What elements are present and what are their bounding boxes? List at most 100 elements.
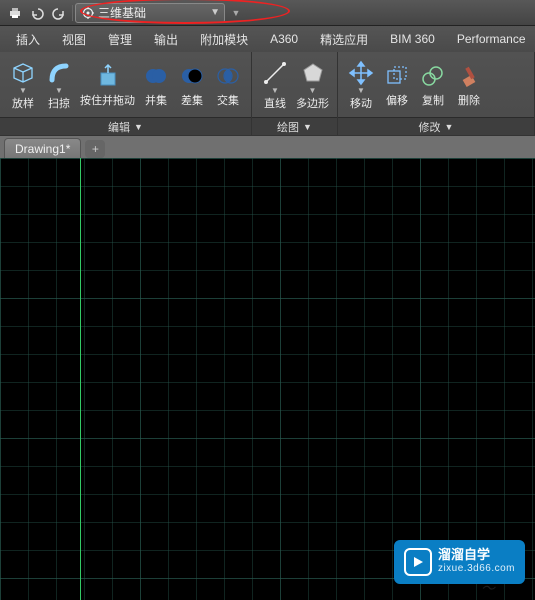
grid-line: [0, 158, 1, 600]
panel-title-modify[interactable]: 修改 ▼: [338, 117, 534, 135]
grid-line: [392, 158, 393, 600]
extrude-button[interactable]: ▼ 放样: [8, 59, 38, 111]
drawing-canvas[interactable]: 溜溜自学 zixue.3d66.com ～: [0, 158, 535, 600]
subtract-icon: [178, 62, 206, 90]
undo-icon[interactable]: [26, 3, 48, 23]
delete-label: 删除: [458, 92, 480, 108]
qat-more-icon[interactable]: ▼: [225, 3, 247, 23]
menu-output[interactable]: 输出: [144, 28, 188, 50]
sweep-icon: [45, 59, 73, 87]
grid-line: [252, 158, 253, 600]
ribbon: ▼ 放样 ▼ 扫掠 按住并拖动 并集 差集 交集: [0, 52, 535, 136]
grid-line: [504, 158, 505, 600]
union-label: 并集: [145, 92, 167, 108]
offset-icon: [383, 62, 411, 90]
grid-line: [308, 158, 309, 600]
watermark-badge: 溜溜自学 zixue.3d66.com: [394, 540, 525, 584]
document-tab[interactable]: Drawing1*: [4, 138, 81, 158]
document-tab-bar: Drawing1* +: [0, 136, 535, 158]
sweep-button[interactable]: ▼ 扫掠: [44, 59, 74, 111]
menu-bim360[interactable]: BIM 360: [380, 28, 445, 50]
copy-button[interactable]: 复制: [418, 62, 448, 108]
grid-line: [420, 158, 421, 600]
subtract-label: 差集: [181, 92, 203, 108]
line-button[interactable]: ▼ 直线: [260, 59, 290, 111]
menu-a360[interactable]: A360: [260, 28, 308, 50]
panel-title-edit[interactable]: 编辑▼: [0, 117, 251, 135]
chevron-down-icon: ▼: [445, 122, 454, 132]
menu-performance[interactable]: Performance: [447, 28, 535, 50]
polygon-label: 多边形: [296, 95, 329, 111]
grid-line: [448, 158, 449, 600]
sweep-label: 扫掠: [48, 95, 70, 111]
ribbon-panel-modify: ▼ 移动 偏移 复制 删除 修改 ▼: [338, 52, 535, 135]
workspace-label: 三维基础: [98, 4, 146, 21]
line-icon: [261, 59, 289, 87]
offset-button[interactable]: 偏移: [382, 62, 412, 108]
union-icon: [142, 62, 170, 90]
menu-featured[interactable]: 精选应用: [310, 28, 378, 50]
intersect-label: 交集: [217, 92, 239, 108]
chevron-down-icon: ▼: [55, 89, 63, 93]
grid-line: [364, 158, 365, 600]
polygon-icon: [299, 59, 327, 87]
grid-line: [280, 158, 281, 600]
copy-label: 复制: [422, 92, 444, 108]
redo-icon[interactable]: [48, 3, 70, 23]
copy-icon: [419, 62, 447, 90]
panel-title-label: 编辑: [108, 119, 130, 135]
grid-line: [196, 158, 197, 600]
menu-insert[interactable]: 插入: [6, 28, 50, 50]
quick-access-toolbar: 三维基础 ▼ ▼: [0, 0, 535, 26]
offset-label: 偏移: [386, 92, 408, 108]
grid-line: [28, 158, 29, 600]
menu-manage[interactable]: 管理: [98, 28, 142, 50]
menu-addins[interactable]: 附加模块: [190, 28, 258, 50]
delete-icon: [455, 62, 483, 90]
grid-line: [476, 158, 477, 600]
panel-title-label: 修改: [419, 119, 441, 135]
grid-line: [140, 158, 141, 600]
grid-line: [84, 158, 85, 600]
new-tab-button[interactable]: +: [85, 140, 105, 158]
plus-icon: +: [92, 142, 99, 156]
chevron-down-icon: ▼: [210, 7, 220, 18]
panel-title-draw[interactable]: 绘图▼: [252, 117, 337, 135]
polygon-button[interactable]: ▼ 多边形: [296, 59, 329, 111]
grid-line: [112, 158, 113, 600]
move-label: 移动: [350, 95, 372, 111]
move-button[interactable]: ▼ 移动: [346, 59, 376, 111]
chevron-down-icon: ▼: [357, 89, 365, 93]
ribbon-panel-draw: ▼ 直线 ▼ 多边形 绘图▼: [252, 52, 338, 135]
chevron-down-icon: ▼: [19, 89, 27, 93]
chevron-down-icon: ▼: [303, 122, 312, 132]
grid-line: [336, 158, 337, 600]
grid-line: [224, 158, 225, 600]
chevron-down-icon: ▼: [309, 89, 317, 93]
separator: [72, 5, 73, 21]
line-label: 直线: [264, 95, 286, 111]
watermark-url: zixue.3d66.com: [438, 562, 515, 576]
presspull-button[interactable]: 按住并拖动: [80, 62, 135, 108]
presspull-label: 按住并拖动: [80, 92, 135, 108]
ribbon-panel-edit: ▼ 放样 ▼ 扫掠 按住并拖动 并集 差集 交集: [0, 52, 252, 135]
y-axis-line: [80, 158, 81, 600]
delete-button[interactable]: 删除: [454, 62, 484, 108]
union-button[interactable]: 并集: [141, 62, 171, 108]
gear-icon: [82, 7, 94, 19]
intersect-button[interactable]: 交集: [213, 62, 243, 108]
chevron-down-icon: ▼: [271, 89, 279, 93]
menu-bar: 插入 视图 管理 输出 附加模块 A360 精选应用 BIM 360 Perfo…: [0, 26, 535, 52]
intersect-icon: [214, 62, 242, 90]
document-tab-label: Drawing1*: [15, 142, 70, 156]
watermark-subtext: ～: [481, 578, 495, 598]
extrude-icon: [9, 59, 37, 87]
print-icon[interactable]: [4, 3, 26, 23]
watermark-title: 溜溜自学: [438, 548, 515, 562]
play-icon: [404, 548, 432, 576]
move-icon: [347, 59, 375, 87]
presspull-icon: [94, 62, 122, 90]
menu-view[interactable]: 视图: [52, 28, 96, 50]
subtract-button[interactable]: 差集: [177, 62, 207, 108]
workspace-dropdown[interactable]: 三维基础 ▼: [75, 3, 225, 23]
